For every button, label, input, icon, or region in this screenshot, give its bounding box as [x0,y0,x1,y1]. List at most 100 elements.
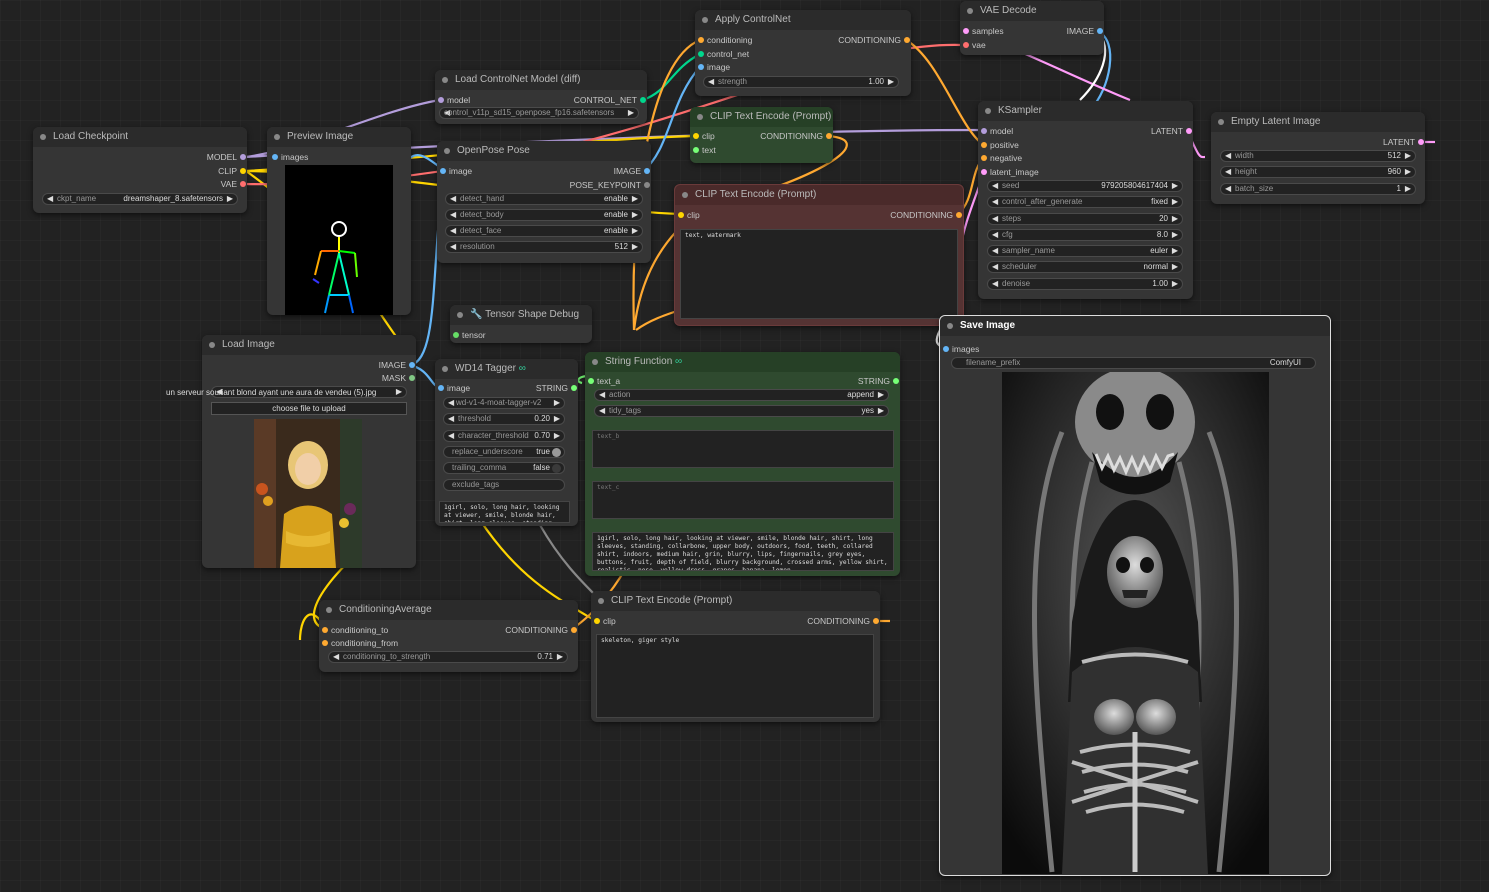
controlnet-name-combo[interactable]: ◀ control_v11p_sd15_openpose_fp16.safeten… [439,107,639,119]
node-title[interactable]: Save Image [940,316,1330,336]
text-c-textarea[interactable]: text_c [592,481,894,519]
arrow-left-icon[interactable]: ◀ [992,246,998,256]
arrow-right-icon[interactable]: ▶ [554,398,560,408]
arrow-left-icon[interactable]: ◀ [448,398,454,408]
socket-dot-icon[interactable] [956,212,962,218]
sampler-name-combo[interactable]: ◀ sampler_name euler ▶ [987,245,1183,257]
arrow-right-icon[interactable]: ▶ [1172,181,1178,191]
socket-dot-icon[interactable] [571,385,577,391]
denoise-number[interactable]: ◀ denoise 1.00 ▶ [987,278,1183,290]
replace-underscore-toggle[interactable]: replace_underscore true [443,446,565,458]
socket-dot-icon[interactable] [240,154,246,160]
node-string-function[interactable]: String Function ∞ text_a STRING ◀ action a… [585,352,900,576]
arrow-left-icon[interactable]: ◀ [1225,167,1231,177]
output-conditioning[interactable]: CONDITIONING [478,623,578,637]
node-conditioning-average[interactable]: ConditioningAverage conditioning_to cond… [319,600,578,672]
collapse-dot-icon[interactable] [592,359,598,365]
socket-dot-icon[interactable] [322,640,328,646]
node-title[interactable]: VAE Decode [960,1,1104,21]
socket-dot-icon[interactable] [904,37,910,43]
detect-hand-combo[interactable]: ◀ detect_hand enable ▶ [445,193,643,205]
resolution-number[interactable]: ◀ resolution 512 ▶ [445,241,643,253]
conditioning-to-strength-number[interactable]: ◀ conditioning_to_strength 0.71 ▶ [328,651,568,663]
model-combo[interactable]: ◀ wd-v1-4-moat-tagger-v2 ▶ [443,397,565,409]
input-negative[interactable]: negative [980,151,1022,165]
arrow-left-icon[interactable]: ◀ [992,262,998,272]
exclude-tags-input[interactable]: exclude_tags [443,479,565,491]
arrow-right-icon[interactable]: ▶ [628,108,634,118]
node-title[interactable]: Load Checkpoint [33,127,247,147]
socket-dot-icon[interactable] [1097,28,1103,34]
input-control-net[interactable]: control_net [697,47,749,61]
arrow-left-icon[interactable]: ◀ [333,652,339,662]
node-title[interactable]: String Function ∞ [585,352,900,372]
socket-dot-icon[interactable] [1418,139,1424,145]
node-title[interactable]: 🔧 Tensor Shape Debug [450,305,592,325]
input-conditioning-to[interactable]: conditioning_to [321,623,388,637]
socket-dot-icon[interactable] [981,155,987,161]
socket-dot-icon[interactable] [409,362,415,368]
ckpt-name-combo[interactable]: ◀ ckpt_name dreamshaper_8.safetensors ▶ [42,193,238,205]
input-image[interactable]: image [439,164,472,178]
prompt-textarea[interactable]: skeleton, giger style [596,634,874,718]
input-clip[interactable]: clip [677,208,700,222]
input-text[interactable]: text [692,143,716,157]
socket-dot-icon[interactable] [644,182,650,188]
output-conditioning[interactable]: CONDITIONING [733,129,833,143]
socket-dot-icon[interactable] [1186,128,1192,134]
socket-dot-icon[interactable] [438,97,444,103]
node-preview-image[interactable]: Preview Image images [267,127,411,315]
arrow-right-icon[interactable]: ▶ [888,77,894,87]
collapse-dot-icon[interactable] [209,342,215,348]
output-image[interactable]: IMAGE [531,164,651,178]
arrow-right-icon[interactable]: ▶ [632,194,638,204]
arrow-right-icon[interactable]: ▶ [227,194,233,204]
socket-dot-icon[interactable] [644,168,650,174]
input-image[interactable]: image [697,60,730,74]
steps-number[interactable]: ◀ steps 20 ▶ [987,213,1183,225]
socket-dot-icon[interactable] [409,375,415,381]
output-image[interactable]: IMAGE [336,358,416,372]
detect-body-combo[interactable]: ◀ detect_body enable ▶ [445,209,643,221]
node-title[interactable]: CLIP Text Encode (Prompt) [591,591,880,611]
arrow-left-icon[interactable]: ◀ [450,242,456,252]
arrow-right-icon[interactable]: ▶ [1172,214,1178,224]
arrow-right-icon[interactable]: ▶ [632,210,638,220]
node-title[interactable]: OpenPose Pose [437,141,651,161]
scheduler-combo[interactable]: ◀ scheduler normal ▶ [987,261,1183,273]
arrow-left-icon[interactable]: ◀ [450,194,456,204]
width-number[interactable]: ◀ width 512 ▶ [1220,150,1416,162]
arrow-left-icon[interactable]: ◀ [450,210,456,220]
input-model[interactable]: model [980,124,1013,138]
input-vae[interactable]: vae [962,38,986,52]
node-title[interactable]: Load ControlNet Model (diff) [435,70,647,90]
node-title[interactable]: ConditioningAverage [319,600,578,620]
arrow-right-icon[interactable]: ▶ [1172,246,1178,256]
output-string[interactable]: STRING [508,381,578,395]
input-positive[interactable]: positive [980,138,1019,152]
socket-dot-icon[interactable] [893,378,899,384]
arrow-left-icon[interactable]: ◀ [992,279,998,289]
output-latent[interactable]: LATENT [1345,135,1425,149]
output-model[interactable]: MODEL [127,150,247,164]
upload-button[interactable]: choose file to upload [211,402,407,415]
character-threshold-number[interactable]: ◀ character_threshold 0.70 ▶ [443,430,565,442]
arrow-right-icon[interactable]: ▶ [554,414,560,424]
height-number[interactable]: ◀ height 960 ▶ [1220,166,1416,178]
arrow-left-icon[interactable]: ◀ [450,226,456,236]
output-control-net[interactable]: CONTROL_NET [527,93,647,107]
batch-size-number[interactable]: ◀ batch_size 1 ▶ [1220,183,1416,195]
input-conditioning[interactable]: conditioning [697,33,752,47]
socket-dot-icon[interactable] [981,128,987,134]
socket-dot-icon[interactable] [678,212,684,218]
node-ksampler[interactable]: KSampler model positive negative latent_… [978,101,1193,299]
output-vae[interactable]: VAE [127,177,247,191]
socket-dot-icon[interactable] [981,169,987,175]
arrow-right-icon[interactable]: ▶ [1405,151,1411,161]
arrow-right-icon[interactable]: ▶ [1405,184,1411,194]
node-load-checkpoint[interactable]: Load Checkpoint MODEL CLIP VAE ◀ ckpt_nam… [33,127,247,213]
socket-dot-icon[interactable] [698,51,704,57]
arrow-right-icon[interactable]: ▶ [1405,167,1411,177]
socket-dot-icon[interactable] [453,332,459,338]
socket-dot-icon[interactable] [693,147,699,153]
